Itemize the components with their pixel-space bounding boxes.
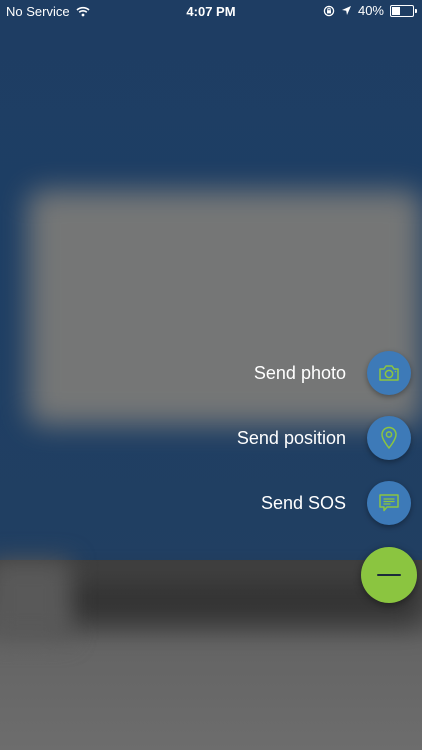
orientation-lock-icon — [323, 5, 335, 16]
battery-fill — [392, 6, 400, 15]
close-menu-button[interactable] — [361, 547, 417, 603]
send-photo-label: Send photo — [253, 362, 346, 383]
send-position-button[interactable] — [367, 416, 411, 460]
send-photo-action[interactable]: Send photo — [254, 351, 411, 395]
battery-icon — [390, 4, 417, 17]
send-sos-button[interactable] — [367, 481, 411, 525]
map-pin-icon — [381, 426, 397, 449]
send-photo-button[interactable] — [367, 351, 411, 395]
send-sos-action[interactable]: Send SOS — [261, 481, 411, 525]
background-blur — [0, 560, 70, 640]
send-position-action[interactable]: Send position — [237, 416, 411, 460]
location-arrow-icon — [341, 6, 351, 15]
camera-icon — [379, 365, 399, 381]
screen: No Service 4:07 PM 40% Send photo Send p… — [0, 0, 422, 750]
message-icon — [379, 494, 399, 512]
minus-icon — [377, 574, 401, 576]
status-bar: No Service 4:07 PM 40% — [0, 0, 422, 22]
send-position-label: Send position — [236, 427, 346, 448]
send-sos-label: Send SOS — [260, 492, 346, 513]
battery-percent: 40% — [357, 3, 384, 18]
status-right: 40% — [323, 3, 417, 18]
